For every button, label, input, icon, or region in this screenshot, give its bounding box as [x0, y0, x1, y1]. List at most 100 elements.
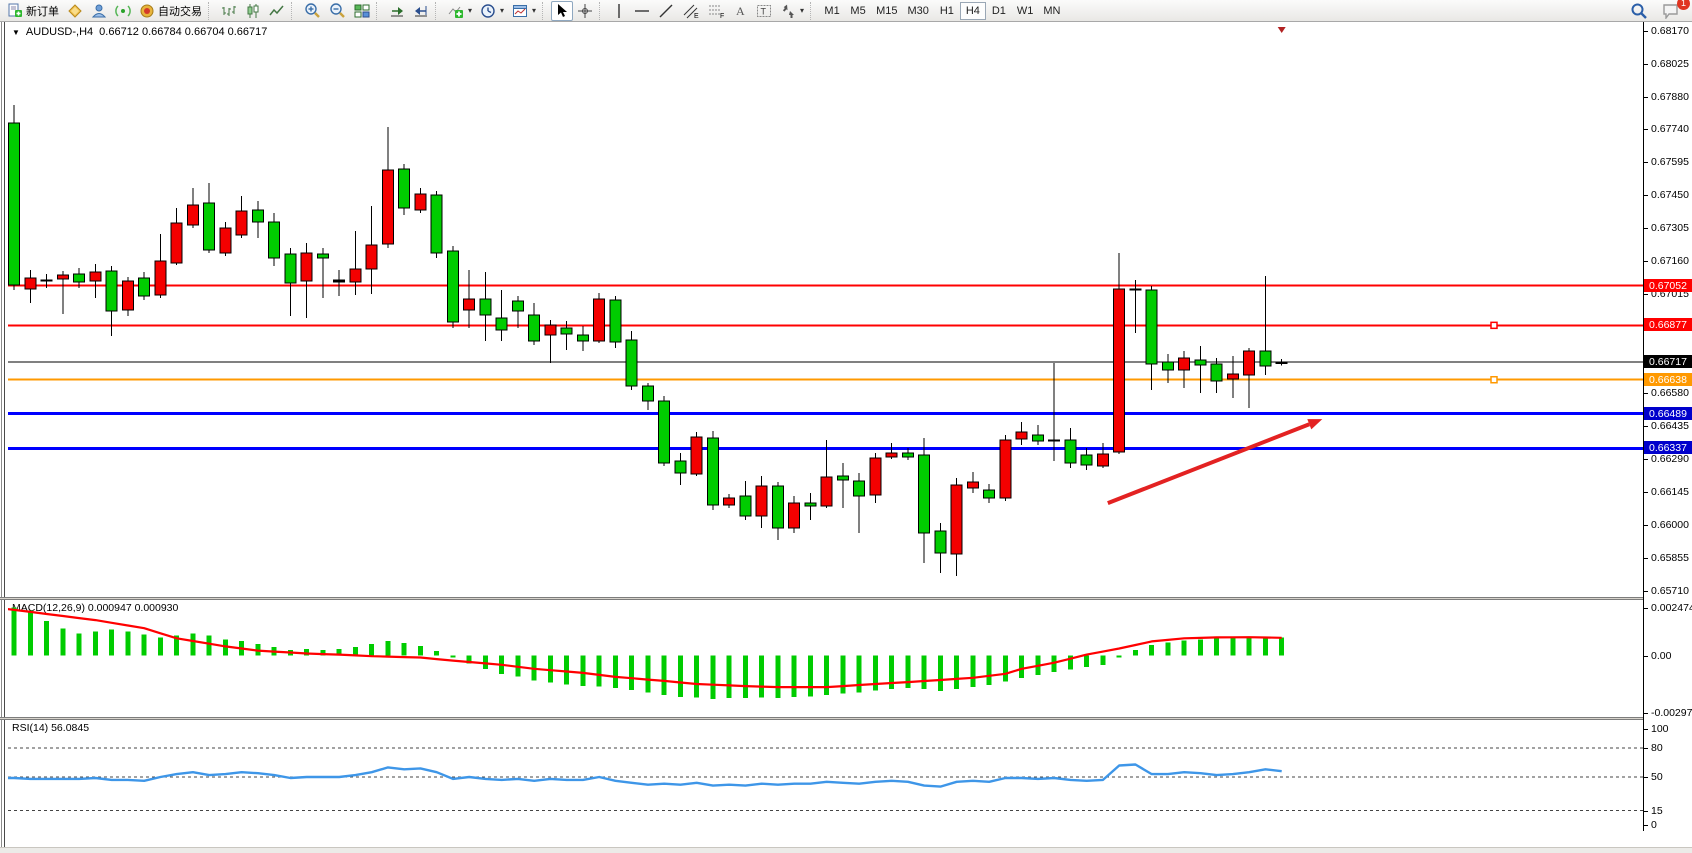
candle [642, 386, 653, 401]
auto-scroll-icon [389, 3, 405, 19]
signal-button[interactable] [111, 1, 135, 21]
trend-arrow-head[interactable] [1307, 419, 1322, 429]
crosshair-icon [577, 3, 593, 19]
price-level-badge: 0.66877 [1644, 318, 1692, 331]
candle [1244, 351, 1255, 375]
status-band [0, 847, 1692, 853]
search-icon [1630, 2, 1648, 20]
toolbar-separator [542, 2, 548, 20]
candle [431, 195, 442, 253]
deposit-button[interactable] [63, 1, 87, 21]
crosshair-tool-button[interactable] [573, 1, 597, 21]
window-border [1, 22, 2, 847]
notifications-button[interactable]: 1 [1658, 1, 1684, 21]
fibonacci-tool[interactable]: F [704, 1, 730, 21]
candle [480, 299, 491, 315]
timeframe-H4[interactable]: H4 [960, 2, 986, 20]
candle [317, 254, 328, 258]
mt4-terminal: 新订单 自动交易 [0, 0, 1692, 853]
zoom-out-button[interactable] [325, 1, 350, 21]
timeframe-H1[interactable]: H1 [934, 2, 960, 20]
candle [870, 458, 881, 495]
gold-icon [67, 3, 83, 19]
tile-windows-button[interactable] [350, 1, 374, 21]
timeframe-D1[interactable]: D1 [986, 2, 1012, 20]
timeframe-M1[interactable]: M1 [819, 2, 845, 20]
candle [171, 223, 182, 263]
text-label-tool[interactable]: T [752, 1, 776, 21]
line-handle[interactable] [1491, 377, 1497, 383]
svg-text:T: T [761, 6, 767, 16]
fibonacci-icon: F [708, 3, 726, 19]
svg-text:A: A [736, 4, 745, 18]
main-price-chart[interactable] [8, 24, 1643, 597]
candle [382, 170, 393, 244]
timeframe-M5[interactable]: M5 [845, 2, 871, 20]
profile-button[interactable] [87, 1, 111, 21]
candle [187, 205, 198, 225]
horizontal-line-tool[interactable] [630, 1, 654, 21]
zoom-in-button[interactable] [300, 1, 325, 21]
axis-tick [1644, 129, 1648, 130]
toolbar: 新订单 自动交易 [0, 0, 1692, 22]
candle [285, 254, 296, 283]
clock-icon [480, 3, 496, 19]
chart-left-border [4, 22, 5, 847]
candle [252, 210, 263, 222]
axis-tick [1644, 656, 1648, 657]
price-level-badge: 0.66489 [1644, 407, 1692, 420]
bar-chart-button[interactable] [217, 1, 241, 21]
new-order-button[interactable]: 新订单 [3, 1, 63, 21]
auto-scroll-button[interactable] [385, 1, 409, 21]
auto-trading-button[interactable]: 自动交易 [135, 1, 206, 21]
price-level-badge: 0.66337 [1644, 441, 1692, 454]
axis-tick [1644, 748, 1648, 749]
price-axis[interactable]: 0.681700.680250.678800.677400.675950.674… [1643, 22, 1692, 831]
periods-button[interactable]: ▾ [476, 1, 508, 21]
axis-tick-label: 80 [1651, 742, 1663, 754]
dropdown-caret: ▾ [468, 6, 472, 15]
candle [935, 531, 946, 553]
candle [659, 401, 670, 463]
line-handle[interactable] [1491, 322, 1497, 328]
indicators-button[interactable]: ▾ [444, 1, 476, 21]
dropdown-caret: ▾ [532, 6, 536, 15]
equidistant-channel-tool[interactable]: E [678, 1, 704, 21]
templates-button[interactable]: ▾ [508, 1, 540, 21]
rsi-line [8, 765, 1282, 787]
candle [724, 498, 735, 505]
candle [155, 261, 166, 295]
candle [106, 271, 117, 311]
candle [9, 123, 20, 285]
candle [269, 222, 280, 258]
cursor-tool-button[interactable] [551, 1, 573, 21]
candle [74, 274, 85, 282]
axis-tick-label: 0.66580 [1651, 387, 1689, 399]
axis-tick [1644, 608, 1648, 609]
timeframe-M30[interactable]: M30 [902, 2, 933, 20]
candle [610, 300, 621, 342]
timeframe-M15[interactable]: M15 [871, 2, 902, 20]
axis-tick [1644, 228, 1648, 229]
timeframe-MN[interactable]: MN [1038, 2, 1065, 20]
rsi-indicator-panel[interactable] [8, 720, 1643, 831]
trendline-tool[interactable] [654, 1, 678, 21]
search-button[interactable] [1626, 1, 1652, 21]
candle [464, 299, 475, 310]
candle [1065, 440, 1076, 463]
trend-arrow-line[interactable] [1108, 424, 1309, 503]
vertical-line-tool[interactable] [608, 1, 630, 21]
candlestick-chart-button[interactable] [241, 1, 265, 21]
macd-indicator-panel[interactable] [8, 600, 1643, 717]
chart-shift-button[interactable] [409, 1, 433, 21]
toolbar-separator [599, 2, 605, 20]
candle [529, 315, 540, 341]
text-tool[interactable]: A [730, 1, 752, 21]
chart-window[interactable]: ▼ AUDUSD-,H4 0.66712 0.66784 0.66704 0.6… [0, 22, 1692, 853]
arrows-tool[interactable]: ▾ [776, 1, 808, 21]
chart-shift-marker[interactable] [1278, 27, 1286, 33]
axis-tick [1644, 713, 1648, 714]
line-chart-button[interactable] [265, 1, 289, 21]
timeframe-W1[interactable]: W1 [1012, 2, 1039, 20]
candle [854, 481, 865, 496]
